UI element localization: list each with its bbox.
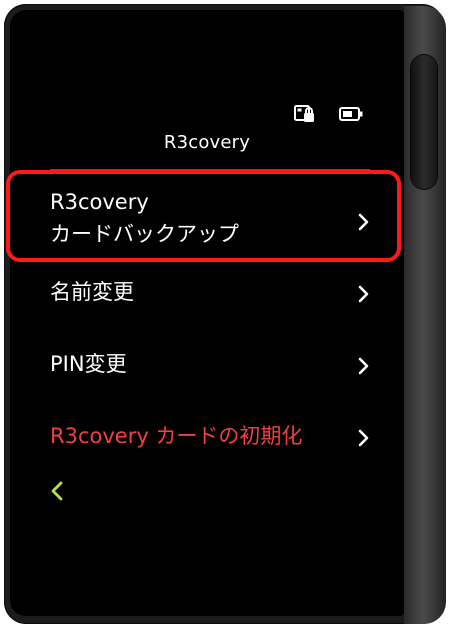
divider	[50, 169, 370, 170]
chevron-right-icon	[358, 356, 370, 380]
card-lock-icon	[294, 104, 316, 128]
menu-item-label: PIN変更	[50, 352, 127, 376]
menu-item-rename[interactable]: 名前変更	[50, 276, 370, 310]
back-button[interactable]	[50, 480, 80, 514]
menu-item-label: 名前変更	[50, 280, 134, 304]
menu-item-card-backup[interactable]: R3covery カードバックアップ	[50, 186, 370, 258]
menu-item-reset-card[interactable]: R3covery カードの初期化	[50, 420, 370, 454]
chevron-right-icon	[358, 212, 370, 236]
side-button[interactable]	[411, 55, 437, 189]
chevron-right-icon	[358, 284, 370, 308]
status-bar	[10, 102, 404, 126]
page-title: R3covery	[163, 132, 251, 153]
menu-item-change-pin[interactable]: PIN変更	[50, 348, 370, 382]
menu-item-label-line2: カードバックアップ	[50, 222, 239, 246]
menu-item-label: R3covery カードの初期化	[50, 424, 303, 448]
menu-item-label-line1: R3covery	[50, 190, 149, 214]
chevron-right-icon	[358, 428, 370, 452]
battery-icon	[339, 106, 363, 125]
device-screen: R3covery R3covery カードバックアップ 名前変更 PIN変更 R…	[10, 10, 404, 616]
chevron-left-icon	[50, 481, 64, 506]
